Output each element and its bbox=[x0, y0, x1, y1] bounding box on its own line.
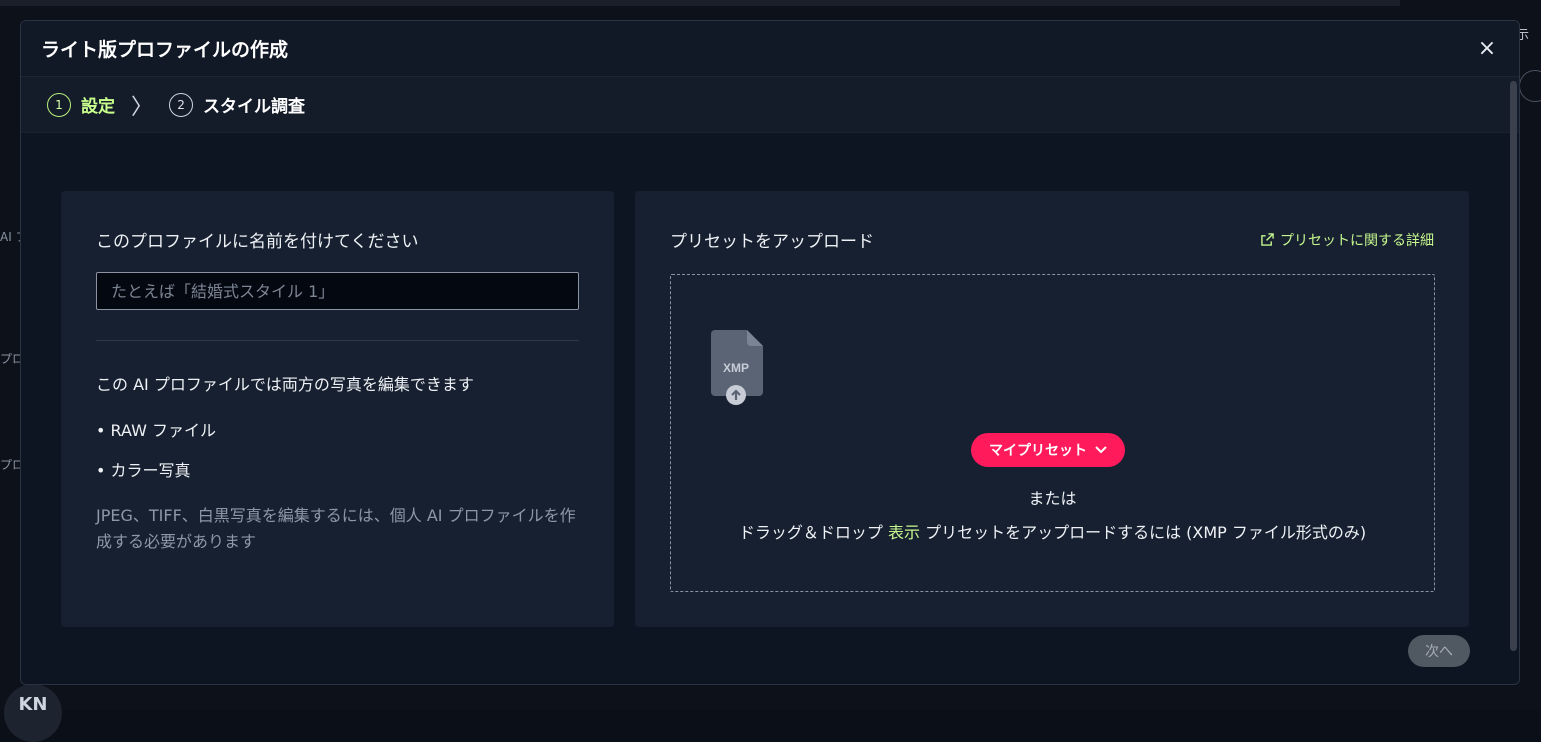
step-label: 設定 bbox=[81, 92, 115, 117]
background-circle-button bbox=[1519, 70, 1541, 102]
drop-instructions: ドラッグ＆ドロップ 表示 プリセットをアップロードするには (XMP ファイル形… bbox=[671, 519, 1434, 543]
step-label: スタイル調査 bbox=[203, 92, 305, 117]
xmp-file-upload-icon: XMP bbox=[711, 330, 765, 408]
preset-details-link[interactable]: プリセットに関する詳細 bbox=[1261, 230, 1434, 250]
browse-link[interactable]: 表示 bbox=[888, 523, 920, 542]
drop-text-after: プリセットをアップロードするには (XMP ファイル形式のみ) bbox=[925, 523, 1366, 542]
modal-title: ライト版プロファイルの作成 bbox=[41, 35, 288, 62]
step-separator-icon: 〉 bbox=[131, 89, 153, 121]
upload-header: プリセットをアップロード プリセットに関する詳細 bbox=[670, 227, 1434, 252]
stepper: 1 設定 〉 2 スタイル調査 bbox=[21, 77, 1519, 133]
background-top-bar bbox=[0, 0, 1400, 6]
upload-title: プリセットをアップロード bbox=[670, 227, 874, 252]
modal-header: ライト版プロファイルの作成 × bbox=[21, 21, 1519, 77]
chevron-down-icon bbox=[1095, 446, 1107, 454]
step-settings: 1 設定 bbox=[47, 92, 115, 117]
modal-content: このプロファイルに名前を付けてください この AI プロファイルでは両方の写真を… bbox=[61, 191, 1469, 627]
preset-upload-card: プリセットをアップロード プリセットに関する詳細 XMP マ bbox=[635, 191, 1469, 627]
create-profile-modal: ライト版プロファイルの作成 × 1 設定 〉 2 スタイル調査 このプロファイル… bbox=[20, 20, 1520, 685]
my-presets-button[interactable]: マイプリセット bbox=[971, 433, 1125, 467]
my-presets-label: マイプリセット bbox=[989, 440, 1087, 460]
divider bbox=[96, 340, 579, 341]
bullet-color-photos: • カラー写真 bbox=[96, 457, 579, 481]
step-number: 2 bbox=[169, 93, 193, 117]
external-link-icon bbox=[1261, 233, 1274, 246]
drop-text-before: ドラッグ＆ドロップ bbox=[739, 523, 883, 542]
info-heading: この AI プロファイルでは両方の写真を編集できます bbox=[96, 371, 579, 395]
modal-scrollbar[interactable] bbox=[1510, 81, 1517, 651]
preset-details-label: プリセットに関する詳細 bbox=[1280, 230, 1434, 250]
info-note: JPEG、TIFF、白黒写真を編集するには、個人 AI プロファイルを作成する必… bbox=[96, 503, 586, 554]
xmp-icon-label: XMP bbox=[723, 361, 749, 375]
profile-name-label: このプロファイルに名前を付けてください bbox=[96, 227, 579, 252]
or-text: または bbox=[671, 485, 1434, 509]
next-button[interactable]: 次へ bbox=[1408, 635, 1470, 667]
profile-name-input[interactable] bbox=[96, 272, 579, 310]
close-icon[interactable]: × bbox=[1475, 36, 1499, 61]
bullet-raw-files: • RAW ファイル bbox=[96, 417, 579, 441]
step-number: 1 bbox=[47, 93, 71, 117]
preset-dropzone[interactable]: XMP マイプリセット または ドラッグ＆ドロップ 表示 プリセットをアップロー… bbox=[670, 274, 1435, 592]
avatar[interactable]: KN bbox=[4, 684, 62, 742]
profile-name-card: このプロファイルに名前を付けてください この AI プロファイルでは両方の写真を… bbox=[61, 191, 614, 627]
step-style-survey: 2 スタイル調査 bbox=[169, 92, 305, 117]
